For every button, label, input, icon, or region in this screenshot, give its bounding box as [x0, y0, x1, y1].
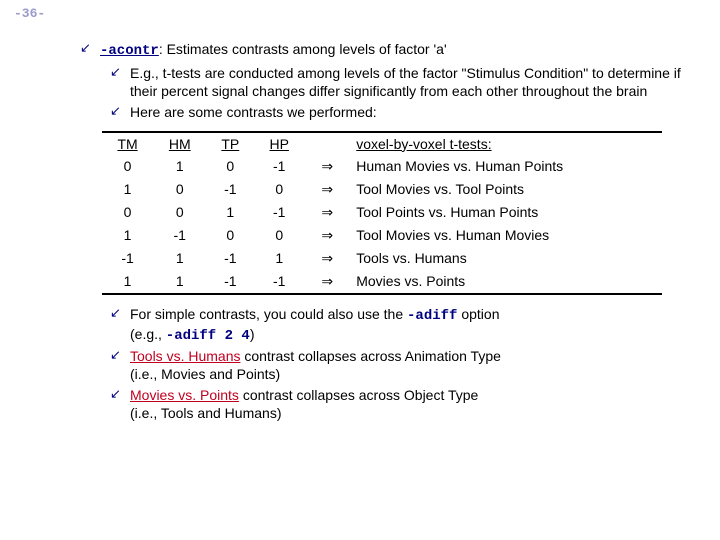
table-row: 1-100⇒Tool Movies vs. Human Movies	[102, 224, 662, 247]
sub-bullet-2: ↙ Here are some contrasts we performed:	[110, 103, 690, 121]
after-bullet-2: ↙ Tools vs. Humans contrast collapses ac…	[110, 347, 690, 383]
cell-hm: -1	[153, 224, 206, 247]
th-hp: HP	[254, 132, 304, 155]
after2-c: (i.e., Movies and Points)	[130, 366, 280, 382]
bullet-arrow-icon: ↙	[110, 64, 130, 81]
after1-a: For simple contrasts, you could also use…	[130, 306, 407, 322]
after-text-1: For simple contrasts, you could also use…	[130, 305, 500, 345]
table-row: 010-1⇒Human Movies vs. Human Points	[102, 155, 662, 178]
after1-c-post: )	[250, 326, 255, 342]
cell-tp: 0	[206, 155, 254, 178]
after-text-2: Tools vs. Humans contrast collapses acro…	[130, 347, 501, 383]
table-body: 010-1⇒Human Movies vs. Human Points10-10…	[102, 155, 662, 294]
after1-c-code: -adiff 2 4	[166, 328, 250, 344]
after1-code: -adiff	[407, 308, 457, 324]
cell-desc: Movies vs. Points	[350, 270, 662, 294]
cell-desc: Tool Points vs. Human Points	[350, 201, 662, 224]
cell-hm: 1	[153, 155, 206, 178]
cell-desc: Tool Movies vs. Human Movies	[350, 224, 662, 247]
acontr-code: -acontr	[100, 43, 159, 59]
cell-tm: 0	[102, 155, 153, 178]
cell-hp: -1	[254, 155, 304, 178]
implies-icon: ⇒	[304, 270, 350, 294]
bullet-acontr: ↙ -acontr: Estimates contrasts among lev…	[80, 40, 690, 60]
th-tm: TM	[102, 132, 153, 155]
cell-hp: -1	[254, 201, 304, 224]
implies-icon: ⇒	[304, 224, 350, 247]
cell-hp: 0	[254, 178, 304, 201]
sub-bullets: ↙ E.g., t-tests are conducted among leve…	[110, 64, 690, 121]
cell-hp: -1	[254, 270, 304, 294]
cell-tm: 0	[102, 201, 153, 224]
after-text-3: Movies vs. Points contrast collapses acr…	[130, 386, 478, 422]
cell-tp: -1	[206, 247, 254, 270]
bullet-arrow-icon: ↙	[110, 103, 130, 120]
implies-icon: ⇒	[304, 247, 350, 270]
cell-tp: -1	[206, 178, 254, 201]
after-bullets: ↙ For simple contrasts, you could also u…	[110, 305, 690, 422]
acontr-rest: : Estimates contrasts among levels of fa…	[159, 41, 447, 57]
after3-b: contrast collapses across Object Type	[239, 387, 478, 403]
cell-tp: 1	[206, 201, 254, 224]
cell-hm: 1	[153, 270, 206, 294]
table-row: -11-11⇒Tools vs. Humans	[102, 247, 662, 270]
table-row: 10-10⇒Tool Movies vs. Tool Points	[102, 178, 662, 201]
sub-text-2: Here are some contrasts we performed:	[130, 103, 377, 121]
cell-desc: Tool Movies vs. Tool Points	[350, 178, 662, 201]
bullet-arrow-icon: ↙	[80, 40, 100, 57]
after2-b: contrast collapses across Animation Type	[240, 348, 500, 364]
cell-tm: -1	[102, 247, 153, 270]
implies-icon: ⇒	[304, 178, 350, 201]
cell-tp: 0	[206, 224, 254, 247]
acontr-text: -acontr: Estimates contrasts among level…	[100, 40, 447, 60]
sub-text-1: E.g., t-tests are conducted among levels…	[130, 64, 690, 100]
cell-tm: 1	[102, 270, 153, 294]
after1-b: option	[457, 306, 499, 322]
after-bullet-3: ↙ Movies vs. Points contrast collapses a…	[110, 386, 690, 422]
page-number: -36-	[14, 6, 45, 21]
cell-hm: 0	[153, 178, 206, 201]
sub-bullet-1: ↙ E.g., t-tests are conducted among leve…	[110, 64, 690, 100]
after3-a: Movies vs. Points	[130, 387, 239, 403]
cell-hp: 0	[254, 224, 304, 247]
table-row: 11-1-1⇒Movies vs. Points	[102, 270, 662, 294]
cell-hp: 1	[254, 247, 304, 270]
table-row: 001-1⇒Tool Points vs. Human Points	[102, 201, 662, 224]
th-empty	[304, 132, 350, 155]
after1-c-pre: (e.g.,	[130, 326, 166, 342]
content-area: ↙ -acontr: Estimates contrasts among lev…	[80, 40, 690, 424]
bullet-arrow-icon: ↙	[110, 305, 130, 322]
contrast-table: TM HM TP HP voxel-by-voxel t-tests: 010-…	[102, 131, 662, 295]
implies-icon: ⇒	[304, 201, 350, 224]
after-bullet-1: ↙ For simple contrasts, you could also u…	[110, 305, 690, 345]
cell-hm: 1	[153, 247, 206, 270]
th-hm: HM	[153, 132, 206, 155]
implies-icon: ⇒	[304, 155, 350, 178]
table-header-row: TM HM TP HP voxel-by-voxel t-tests:	[102, 132, 662, 155]
bullet-arrow-icon: ↙	[110, 347, 130, 364]
cell-tm: 1	[102, 178, 153, 201]
cell-hm: 0	[153, 201, 206, 224]
bullet-arrow-icon: ↙	[110, 386, 130, 403]
slide-page: -36- ↙ -acontr: Estimates contrasts amon…	[0, 0, 720, 540]
cell-tm: 1	[102, 224, 153, 247]
cell-desc: Human Movies vs. Human Points	[350, 155, 662, 178]
th-desc: voxel-by-voxel t-tests:	[350, 132, 662, 155]
th-tp: TP	[206, 132, 254, 155]
after3-c: (i.e., Tools and Humans)	[130, 405, 281, 421]
cell-tp: -1	[206, 270, 254, 294]
cell-desc: Tools vs. Humans	[350, 247, 662, 270]
after2-a: Tools vs. Humans	[130, 348, 240, 364]
